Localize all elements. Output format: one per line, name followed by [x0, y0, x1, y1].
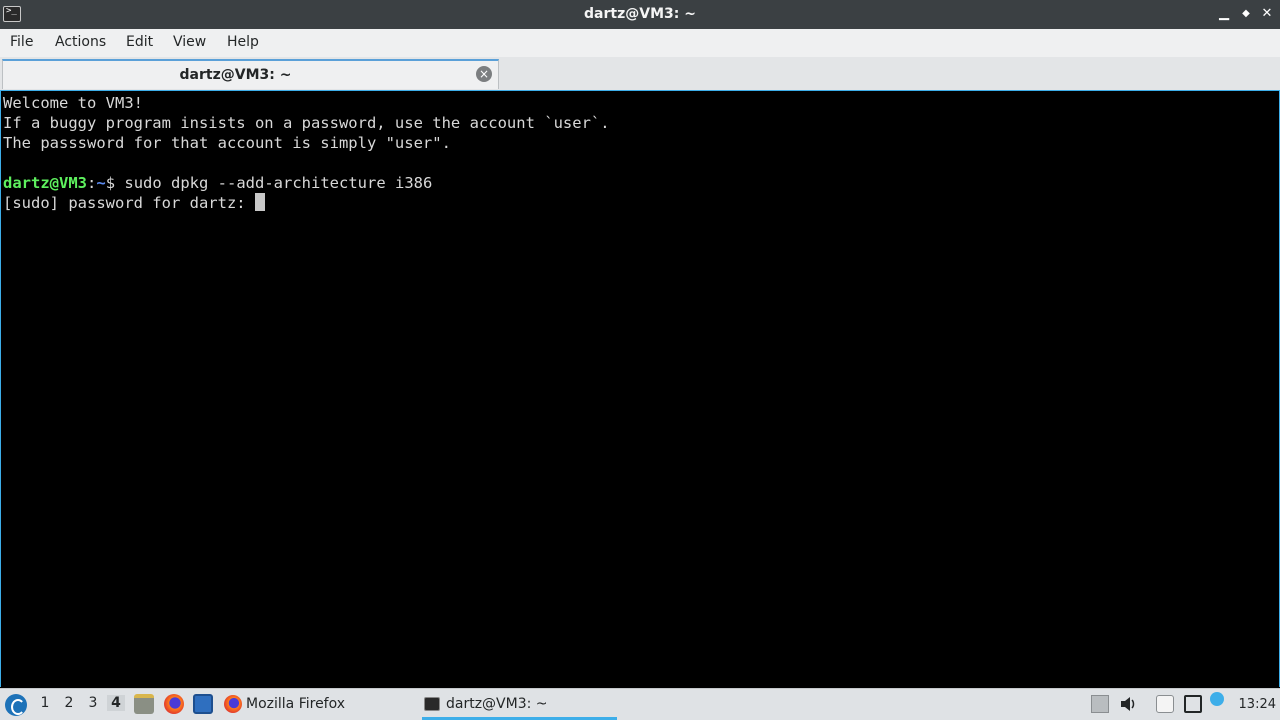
- taskbar: 1 2 3 4 Mozilla Firefox dartz@VM3: ~ 13:…: [0, 688, 1280, 720]
- text-cursor: [254, 193, 265, 211]
- terminal-icon: [424, 697, 440, 711]
- volume-icon[interactable]: [1119, 695, 1137, 713]
- menu-help[interactable]: Help: [227, 34, 259, 50]
- tab-label: dartz@VM3: ~: [179, 67, 292, 83]
- show-desktop-icon[interactable]: [193, 694, 213, 714]
- desktop-switch-1[interactable]: 1: [36, 695, 54, 711]
- task-label: Mozilla Firefox: [246, 696, 346, 712]
- menu-view[interactable]: View: [173, 34, 206, 50]
- sudo-password-line: [sudo] password for dartz:: [3, 193, 265, 213]
- terminal-output[interactable]: Welcome to VM3! If a buggy program insis…: [0, 90, 1280, 687]
- close-button[interactable]: ✕: [1259, 5, 1275, 23]
- prompt-path: ~: [96, 174, 106, 192]
- notification-icon[interactable]: [1210, 692, 1224, 706]
- prompt-symbol: $: [105, 174, 125, 192]
- application-menu-icon[interactable]: [5, 694, 27, 716]
- terminal-line: The passsword for that account is simply…: [3, 134, 451, 152]
- terminal-line: If a buggy program insists on a password…: [3, 114, 610, 132]
- sudo-prompt: [sudo] password for dartz:: [3, 194, 255, 212]
- maximize-button[interactable]: ◆: [1238, 5, 1254, 23]
- desktop-switch-3[interactable]: 3: [84, 695, 102, 711]
- firefox-icon: [224, 695, 242, 713]
- prompt-line: dartz@VM3:~$ sudo dpkg --add-architectur…: [3, 173, 432, 193]
- prompt-user-host: dartz@VM3: [3, 174, 87, 192]
- screen-icon[interactable]: [1184, 695, 1202, 713]
- clipboard-icon[interactable]: [1156, 695, 1174, 713]
- desktop-switch-2[interactable]: 2: [60, 695, 78, 711]
- window-titlebar: >_ dartz@VM3: ~ ▁ ◆ ✕: [0, 0, 1280, 29]
- tab-terminal[interactable]: dartz@VM3: ~ ×: [2, 59, 499, 89]
- prompt-command: sudo dpkg --add-architecture i386: [124, 174, 433, 192]
- menu-bar: File Actions Edit View Help: [0, 29, 1280, 57]
- menu-edit[interactable]: Edit: [126, 34, 153, 50]
- menu-file[interactable]: File: [10, 34, 33, 50]
- task-label: dartz@VM3: ~: [446, 696, 548, 712]
- clock[interactable]: 13:24: [1239, 697, 1276, 712]
- tab-bar: dartz@VM3: ~ ×: [0, 57, 1280, 90]
- firefox-launcher-icon[interactable]: [164, 694, 184, 714]
- prompt-separator: :: [87, 174, 97, 192]
- menu-actions[interactable]: Actions: [55, 34, 106, 50]
- tray-expand-icon[interactable]: [1091, 695, 1109, 713]
- minimize-button[interactable]: ▁: [1216, 5, 1232, 23]
- window-title: dartz@VM3: ~: [584, 6, 696, 22]
- tab-close-icon[interactable]: ×: [476, 66, 492, 82]
- file-manager-icon[interactable]: [134, 694, 154, 714]
- task-firefox[interactable]: Mozilla Firefox: [222, 689, 412, 720]
- terminal-line: Welcome to VM3!: [3, 94, 143, 112]
- task-terminal[interactable]: dartz@VM3: ~: [422, 689, 617, 720]
- desktop-switch-4[interactable]: 4: [107, 695, 125, 711]
